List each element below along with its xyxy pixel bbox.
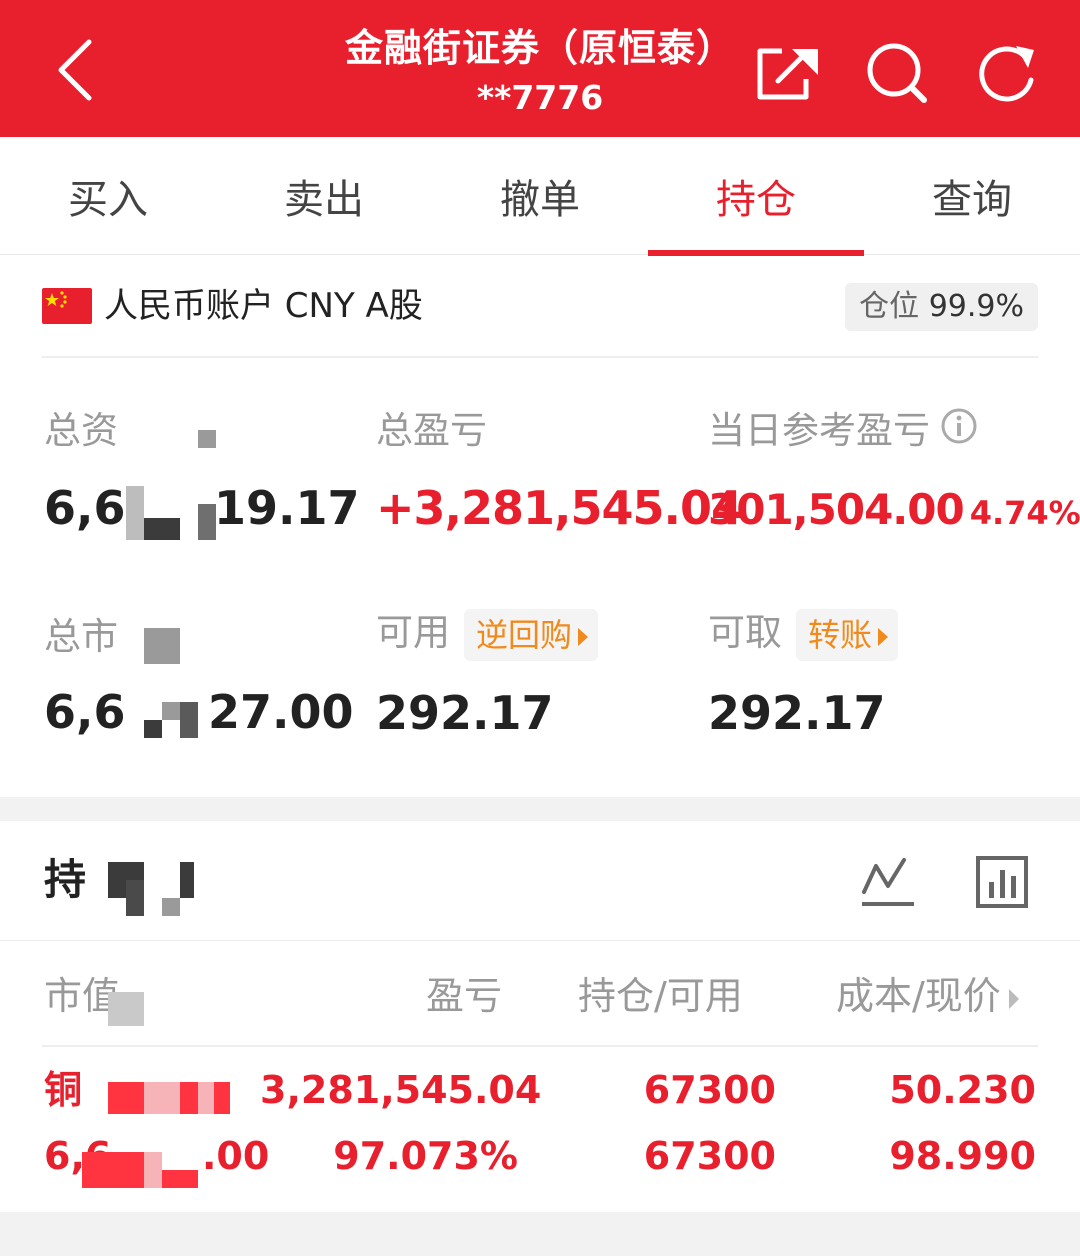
header-title-block: 金融街证券（原恒泰） **7776 — [250, 20, 830, 120]
market-value-value-left: 6,6 — [44, 685, 126, 739]
total-assets-value-right: 19.17 — [214, 481, 360, 535]
total-assets-value: 6,6 19.17 — [44, 478, 360, 538]
blur-mosaic — [198, 430, 216, 448]
blur-mosaic — [144, 518, 180, 540]
account-row: 人民币账户 CNY A股 仓位 99.9% — [42, 280, 1038, 358]
withdrawable-funds: 可取 转账 292.17 — [708, 608, 899, 743]
blur-mosaic — [180, 862, 194, 898]
search-button[interactable] — [862, 38, 932, 108]
blur-mosaic — [198, 1082, 214, 1114]
holdings-divider — [0, 940, 1080, 941]
blur-mosaic — [144, 628, 180, 664]
daily-pnl-value: 301,504.00 — [708, 485, 965, 534]
triangle-right-icon — [878, 627, 889, 646]
section-separator — [0, 797, 1080, 821]
available-qty: 67300 — [643, 1134, 776, 1178]
daily-pnl-label: 当日参考盈亏 — [708, 409, 930, 452]
tab-sell[interactable]: 卖出 — [216, 137, 432, 255]
col-cost-price-label: 成本/现价 — [836, 974, 1001, 1018]
pnl-percent: 97.073% — [333, 1134, 518, 1178]
tab-buy[interactable]: 买入 — [0, 137, 216, 255]
tab-cancel[interactable]: 撤单 — [432, 137, 648, 255]
total-pnl-value: +3,281,545.04 — [376, 481, 743, 535]
app-header: 金融街证券（原恒泰） **7776 — [0, 0, 1080, 137]
blur-mosaic — [180, 702, 198, 738]
line-chart-icon — [862, 858, 914, 906]
holdings-title: 持 — [44, 855, 87, 904]
available-label: 可用 — [376, 611, 450, 654]
chevron-right-icon — [1008, 988, 1019, 1009]
bar-chart-button[interactable] — [972, 852, 1032, 912]
row-divider — [42, 1045, 1038, 1047]
position-ratio-label: 仓位 — [859, 289, 920, 324]
daily-pnl: 当日参考盈亏 301,504.00 4.74% — [708, 406, 1080, 540]
blur-mosaic — [108, 1082, 144, 1114]
daily-pnl-value-row: 301,504.00 4.74% — [708, 480, 1080, 540]
refresh-icon — [979, 46, 1034, 102]
available-funds: 可用 逆回购 292.17 — [376, 608, 599, 743]
blur-mosaic — [214, 1082, 230, 1114]
tab-query[interactable]: 查询 — [864, 137, 1080, 255]
blur-mosaic — [82, 1152, 144, 1188]
info-icon[interactable] — [940, 407, 978, 458]
refresh-button[interactable] — [972, 38, 1042, 108]
total-assets: 总资 — [44, 406, 118, 456]
available-value: 292.17 — [376, 685, 554, 740]
transfer-label: 转账 — [808, 615, 873, 654]
account-number: **7776 — [476, 78, 604, 117]
blur-mosaic — [144, 1082, 180, 1114]
blur-mosaic — [126, 486, 144, 540]
trend-chart-button[interactable] — [858, 852, 918, 912]
withdrawable-value: 292.17 — [708, 685, 886, 740]
total-assets-value-left: 6,6 — [44, 481, 126, 535]
total-pnl: 总盈亏 +3,281,545.04 — [376, 406, 743, 538]
cost-price: 50.230 — [889, 1068, 1036, 1112]
available-label-row: 可用 逆回购 — [376, 608, 599, 661]
pnl-amount: 3,281,545.04 — [260, 1068, 542, 1112]
blur-mosaic — [180, 1082, 198, 1114]
blur-mosaic — [162, 898, 180, 916]
col-cost-price[interactable]: 成本/现价 — [836, 968, 1019, 1024]
withdrawable-label: 可取 — [708, 611, 782, 654]
reverse-repo-button[interactable]: 逆回购 — [464, 608, 599, 661]
blur-mosaic — [198, 504, 216, 540]
blur-mosaic — [162, 702, 180, 720]
total-assets-label: 总资 — [44, 409, 118, 452]
account-label: 人民币账户 CNY A股 — [104, 286, 423, 326]
market-value: 总市 — [44, 612, 118, 662]
current-price: 98.990 — [889, 1134, 1036, 1178]
broker-title: 金融街证券（原恒泰） — [344, 26, 735, 70]
blur-mosaic — [108, 992, 144, 1026]
col-position[interactable]: 持仓/可用 — [578, 968, 743, 1024]
market-value-value-right: 27.00 — [208, 685, 354, 739]
back-button[interactable] — [40, 30, 110, 110]
blur-mosaic — [144, 1152, 162, 1188]
position-qty: 67300 — [643, 1068, 776, 1112]
search-icon — [867, 43, 927, 103]
china-flag-icon — [42, 288, 92, 324]
daily-pnl-label-row: 当日参考盈亏 — [708, 406, 1080, 458]
reverse-repo-label: 逆回购 — [476, 615, 573, 654]
daily-pnl-pct: 4.74% — [969, 494, 1080, 532]
position-ratio-badge: 仓位 99.9% — [845, 283, 1038, 331]
transfer-button[interactable]: 转账 — [796, 608, 899, 661]
position-ratio-value: 99.9% — [928, 289, 1024, 324]
blur-mosaic — [144, 720, 162, 738]
trade-tabs: 买入 卖出 撤单 持仓 查询 — [0, 137, 1080, 256]
chevron-left-icon — [58, 39, 92, 101]
bottom-separator — [0, 1212, 1080, 1256]
tab-positions[interactable]: 持仓 — [648, 137, 864, 256]
col-pnl[interactable]: 盈亏 — [426, 968, 502, 1024]
bar-chart-icon — [976, 856, 1028, 908]
share-icon — [757, 48, 818, 100]
triangle-right-icon — [578, 627, 589, 646]
market-value-label: 总市 — [44, 615, 118, 658]
share-button[interactable] — [752, 38, 822, 108]
total-pnl-label: 总盈亏 — [376, 409, 487, 452]
stock-name: 铜 — [44, 1068, 83, 1112]
blur-mosaic — [162, 1170, 198, 1188]
withdrawable-label-row: 可取 转账 — [708, 608, 899, 661]
blur-mosaic — [126, 880, 144, 916]
